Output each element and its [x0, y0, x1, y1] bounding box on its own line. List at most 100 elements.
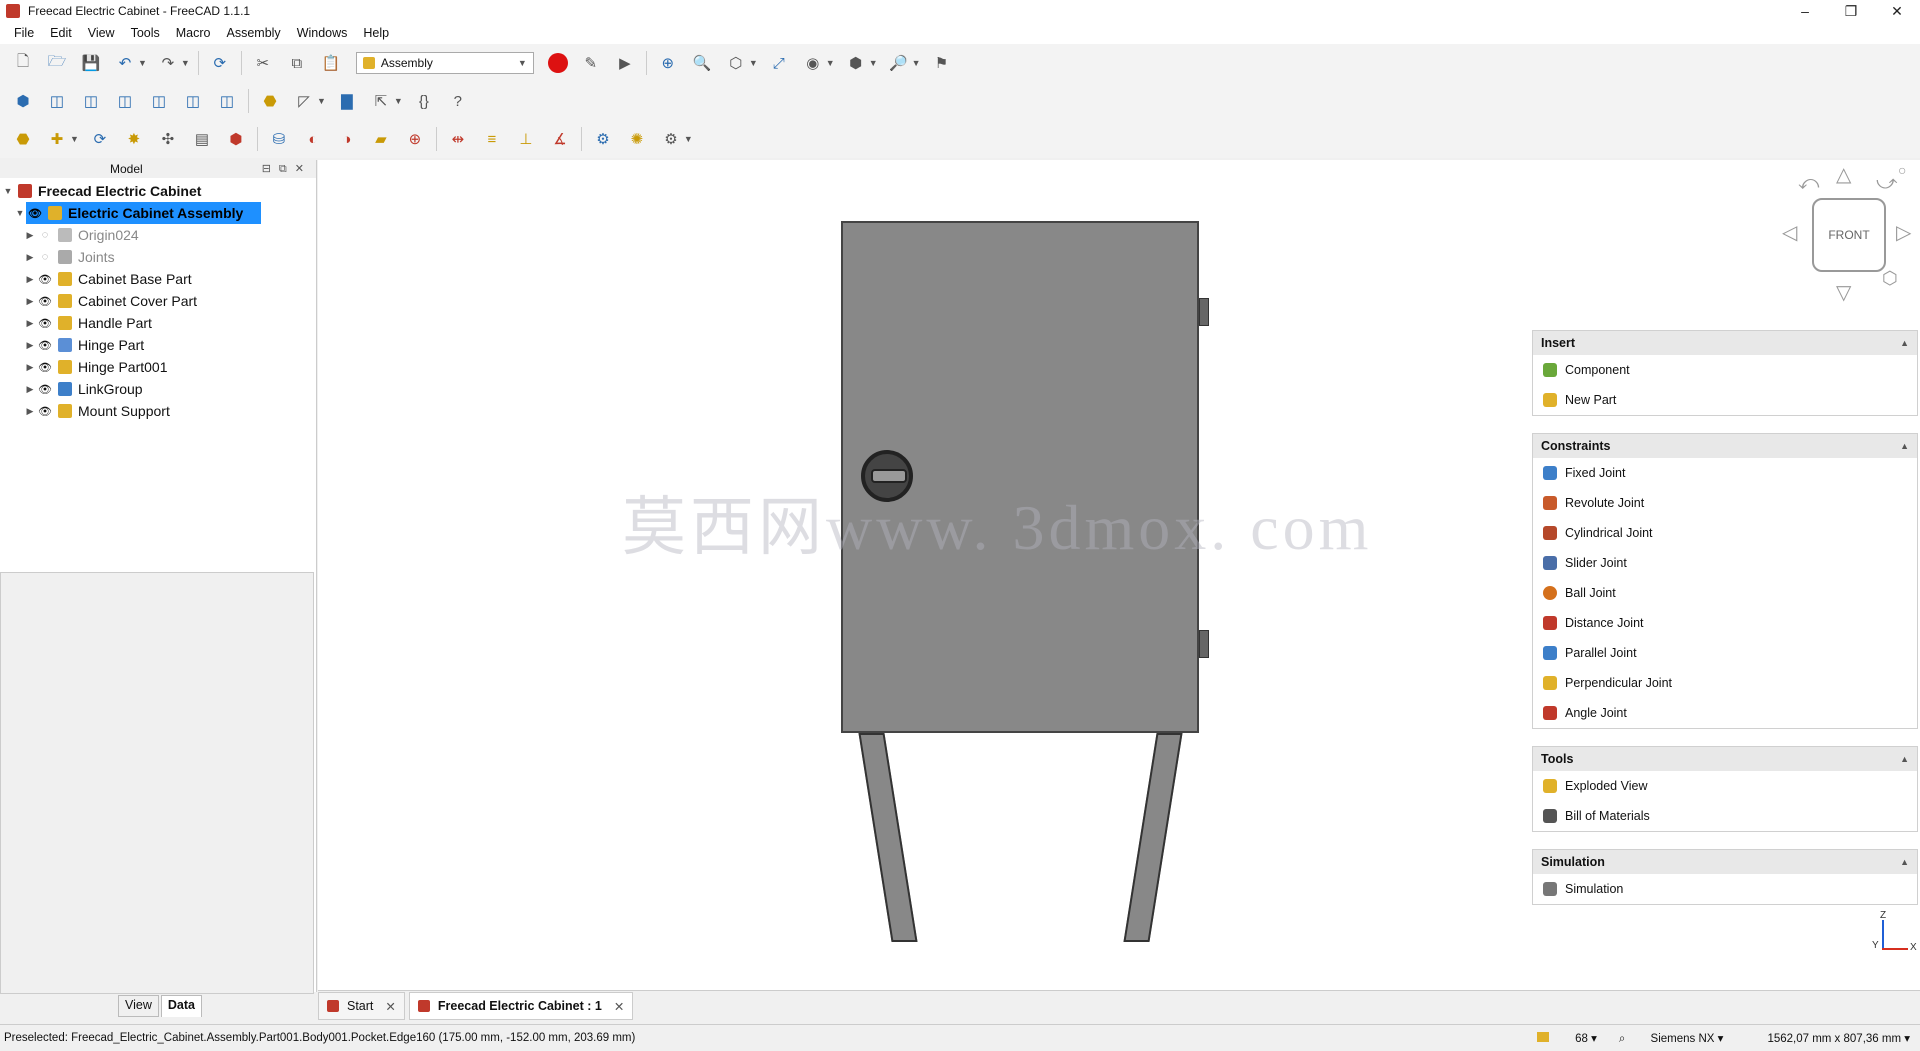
eye-icon[interactable]: 👁	[36, 273, 54, 286]
tree-item-assembly[interactable]: ▼ 👁 Electric Cabinet Assembly	[14, 202, 262, 224]
eye-hidden-icon[interactable]: ◌	[36, 251, 54, 263]
nav-left-arrow-icon[interactable]: ◁	[1782, 220, 1797, 245]
task-revolute-joint[interactable]: Revolute Joint	[1533, 488, 1917, 518]
create-sketch-icon[interactable]: ◸	[291, 88, 317, 114]
parallel-joint-icon[interactable]: ≡	[479, 126, 505, 152]
view-isometric-icon[interactable]: ⬢	[10, 88, 36, 114]
tree-item-cabinet-cover-part[interactable]: ▶ 👁 Cabinet Cover Part	[24, 290, 198, 312]
eye-icon[interactable]: 👁	[36, 295, 54, 308]
toggle-grounded-icon[interactable]: ⬢	[223, 126, 249, 152]
redo-icon[interactable]: ↷	[155, 50, 181, 76]
distance-joint-icon[interactable]: ⇹	[445, 126, 471, 152]
insert-component-dropdown-icon[interactable]: ▼	[70, 134, 79, 144]
tab-data[interactable]: Data	[160, 995, 202, 1017]
view-front-icon[interactable]: ◫	[44, 88, 70, 114]
exploded-view-icon[interactable]: ✸	[121, 126, 147, 152]
help-icon[interactable]: ?	[445, 88, 471, 114]
task-exploded-view[interactable]: Exploded View	[1533, 771, 1917, 801]
tree-item-cabinet-base-part[interactable]: ▶ 👁 Cabinet Base Part	[24, 268, 192, 290]
link-dropdown-icon[interactable]: ▼	[394, 96, 403, 106]
nav-right-arrow-icon[interactable]: ▷	[1896, 220, 1911, 245]
paste-icon[interactable]: 📋	[318, 50, 344, 76]
cabinet-hinge-bottom[interactable]	[1199, 630, 1209, 658]
collapse-icon[interactable]: ▲	[1900, 857, 1909, 867]
collapse-icon[interactable]: ▲	[1900, 754, 1909, 764]
whats-this-icon[interactable]: ⚑	[929, 50, 955, 76]
nav-menu-icon[interactable]: ○	[1898, 162, 1906, 178]
create-part-icon[interactable]: ⬣	[257, 88, 283, 114]
angle-joint-icon[interactable]: ∡	[547, 126, 573, 152]
task-distance-joint[interactable]: Distance Joint	[1533, 608, 1917, 638]
slider-joint-icon[interactable]: ▰	[368, 126, 394, 152]
standard-views-icon[interactable]: ⬡	[723, 50, 749, 76]
view-top-icon[interactable]: ◫	[78, 88, 104, 114]
redo-dropdown-icon[interactable]: ▼	[181, 58, 190, 68]
chevron-right-icon[interactable]: ▶	[24, 230, 36, 241]
save-document-icon[interactable]: 💾	[78, 50, 104, 76]
rack-pinion-icon[interactable]: ⚙	[590, 126, 616, 152]
box-selection-dropdown-icon[interactable]: ▼	[869, 58, 878, 68]
section-header[interactable]: Insert ▲	[1533, 331, 1917, 355]
rotate-left-arrow-icon[interactable]: ⤺	[1798, 172, 1819, 195]
chevron-right-icon[interactable]: ▶	[24, 384, 36, 395]
draw-style-dropdown-icon[interactable]: ▼	[826, 58, 835, 68]
collapse-icon[interactable]: ▲	[1900, 338, 1909, 348]
standard-views-dropdown-icon[interactable]: ▼	[749, 58, 758, 68]
eye-icon[interactable]: 👁	[36, 383, 54, 396]
minimize-button[interactable]: –	[1782, 0, 1828, 22]
task-bill-of-materials[interactable]: Bill of Materials	[1533, 801, 1917, 831]
menu-view[interactable]: View	[88, 26, 115, 40]
panel-dock-buttons[interactable]: ⊟⧉✕	[262, 162, 312, 176]
nav-up-arrow-icon[interactable]: △	[1836, 162, 1851, 187]
menu-help[interactable]: Help	[363, 26, 389, 40]
simulation-icon[interactable]: ✣	[155, 126, 181, 152]
menu-macro[interactable]: Macro	[176, 26, 211, 40]
tree-item-linkgroup[interactable]: ▶ 👁 LinkGroup	[24, 378, 143, 400]
variable-set-icon[interactable]: {}	[411, 88, 437, 114]
undo-dropdown-icon[interactable]: ▼	[138, 58, 147, 68]
chevron-right-icon[interactable]: ▶	[24, 340, 36, 351]
task-angle-joint[interactable]: Angle Joint	[1533, 698, 1917, 728]
restore-button[interactable]: ❐	[1828, 0, 1874, 22]
solve-assembly-icon[interactable]: ⟳	[87, 126, 113, 152]
view-left-icon[interactable]: ◫	[214, 88, 240, 114]
section-header[interactable]: Tools ▲	[1533, 747, 1917, 771]
eye-icon[interactable]: 👁	[36, 361, 54, 374]
insert-component-icon[interactable]: ✚	[44, 126, 70, 152]
menu-windows[interactable]: Windows	[297, 26, 348, 40]
notifications-area[interactable]: 68 ▾	[1515, 1031, 1597, 1045]
view-bottom-icon[interactable]: ◫	[180, 88, 206, 114]
cylindrical-joint-icon[interactable]: ◑	[334, 126, 360, 152]
gears-icon[interactable]: ⚙	[658, 126, 684, 152]
bill-of-materials-icon[interactable]: ▤	[189, 126, 215, 152]
perpendicular-joint-icon[interactable]: ⊥	[513, 126, 539, 152]
collapse-icon[interactable]: ▲	[1900, 441, 1909, 451]
create-group-icon[interactable]: ▇	[334, 88, 360, 114]
eye-hidden-icon[interactable]: ◌	[36, 229, 54, 241]
close-tab-icon[interactable]: ✕	[385, 999, 395, 1014]
tree-item-joints[interactable]: ▶ ◌ Joints	[24, 246, 115, 268]
draw-style-icon[interactable]: ◉	[800, 50, 826, 76]
eye-icon[interactable]: 👁	[36, 339, 54, 352]
task-component[interactable]: Component	[1533, 355, 1917, 385]
chevron-down-icon[interactable]: ▼	[14, 208, 26, 218]
tree-item-mount-support[interactable]: ▶ 👁 Mount Support	[24, 400, 170, 422]
view-rear-icon[interactable]: ◫	[146, 88, 172, 114]
close-tab-icon[interactable]: ✕	[614, 999, 624, 1014]
property-view[interactable]	[0, 572, 314, 994]
new-document-icon[interactable]: 🗋	[10, 50, 36, 76]
eye-icon[interactable]: 👁	[26, 207, 44, 220]
task-parallel-joint[interactable]: Parallel Joint	[1533, 638, 1917, 668]
close-button[interactable]: ✕	[1874, 0, 1920, 22]
tree-item-hinge-part[interactable]: ▶ 👁 Hinge Part	[24, 334, 145, 356]
refresh-icon[interactable]: ⟳	[207, 50, 233, 76]
section-header[interactable]: Simulation ▲	[1533, 850, 1917, 874]
task-fixed-joint[interactable]: Fixed Joint	[1533, 458, 1917, 488]
tree-item-handle-part[interactable]: ▶ 👁 Handle Part	[24, 312, 152, 334]
new-assembly-icon[interactable]: ⬣	[10, 126, 36, 152]
eye-icon[interactable]: 👁	[36, 405, 54, 418]
fixed-joint-icon[interactable]: ⛁	[266, 126, 292, 152]
cut-icon[interactable]: ✂	[250, 50, 276, 76]
menu-file[interactable]: File	[14, 26, 34, 40]
link-icon[interactable]: ⇱	[368, 88, 394, 114]
